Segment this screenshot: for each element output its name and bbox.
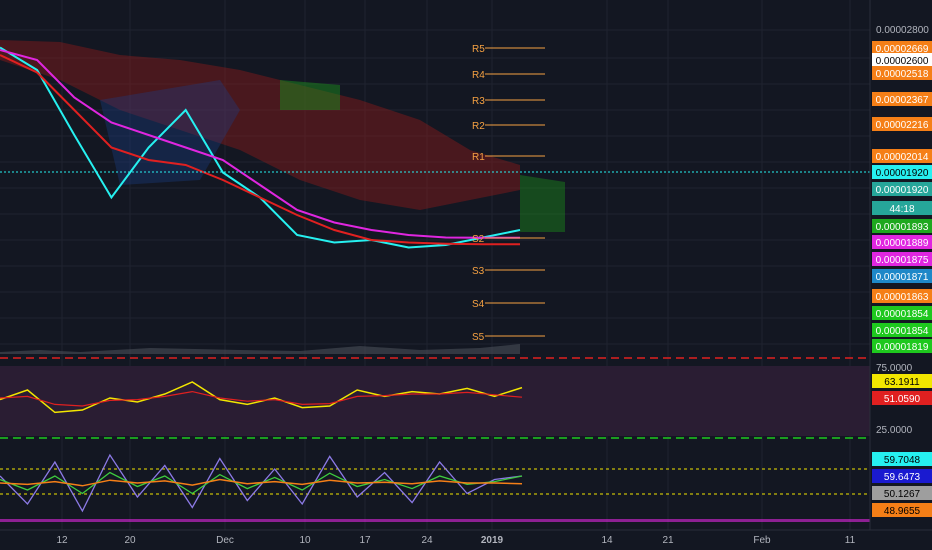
time-tick-label: 17 [359, 535, 371, 546]
price-axis[interactable]: 0.00002800 [876, 25, 929, 36]
volume-area [0, 344, 520, 354]
price-tag-text: 0.00001920 [876, 185, 929, 196]
rsi-upper-label: 75.0000 [876, 363, 913, 374]
axis-tags: 0.000026690.000026000.000025180.00002367… [872, 41, 932, 517]
price-tick: 0.00002800 [876, 25, 929, 36]
price-tag-text: 0.00001819 [876, 342, 929, 353]
price-tag-text: 0.00001875 [876, 255, 929, 266]
price-tag-text: 0.00002600 [876, 56, 929, 67]
stoch-tag-text: 59.7048 [884, 455, 921, 466]
time-axis[interactable]: 12 20 Dec 10 17 24 2019 14 21 Feb 11 [56, 535, 855, 546]
price-tag-text: 0.00002014 [876, 152, 929, 163]
pivot-label: S5 [472, 332, 485, 343]
pivot-label: R4 [472, 70, 485, 81]
time-tick-label: 21 [662, 535, 674, 546]
time-tick-label: Dec [216, 535, 234, 546]
time-tick-label: Feb [753, 535, 771, 546]
time-tick-label: 20 [124, 535, 136, 546]
chart-canvas[interactable]: R5 R4 R3 R2 R1 S2 S3 S4 S5 0.00002800 75.0000 25… [0, 0, 932, 550]
rsi-tag-text: 51.0590 [884, 394, 921, 405]
pivot-label: S2 [472, 234, 485, 245]
time-tick-label: 12 [56, 535, 68, 546]
price-tag-text: 0.00002367 [876, 95, 929, 106]
time-tick-label: 14 [601, 535, 613, 546]
stoch-bottom-bar [0, 519, 870, 522]
pivot-label: R2 [472, 121, 485, 132]
pivot-label: S4 [472, 299, 485, 310]
rsi-lower-label: 25.0000 [876, 425, 913, 436]
time-tick-label: 24 [421, 535, 433, 546]
stoch-tag-text: 59.6473 [884, 472, 921, 483]
price-tag-text: 0.00001854 [876, 326, 929, 337]
pivot-label: R3 [472, 96, 485, 107]
price-tag-text: 0.00001920 [876, 168, 929, 179]
price-tag-text: 0.00002216 [876, 120, 929, 131]
time-tick-label: 11 [845, 535, 856, 546]
price-tag-text: 0.00001893 [876, 222, 929, 233]
rsi-tag-text: 63.1911 [884, 377, 920, 388]
price-tag-text: 0.00001854 [876, 309, 929, 320]
price-tag-text: 44:18 [889, 204, 914, 215]
price-tag-text: 0.00001863 [876, 292, 929, 303]
pivot-label: R1 [472, 152, 485, 163]
pivot-label: S3 [472, 266, 485, 277]
price-tag-text: 0.00001889 [876, 238, 929, 249]
pivot-label: R5 [472, 44, 485, 55]
time-tick-label: 2019 [481, 535, 504, 546]
stoch-lines [0, 453, 523, 513]
stoch-tag-text: 48.9655 [884, 506, 921, 517]
time-tick-label: 10 [299, 535, 311, 546]
stoch-tag-text: 50.1267 [884, 489, 921, 500]
price-tag-text: 0.00002518 [876, 69, 929, 80]
price-tag-text: 0.00001871 [876, 272, 929, 283]
